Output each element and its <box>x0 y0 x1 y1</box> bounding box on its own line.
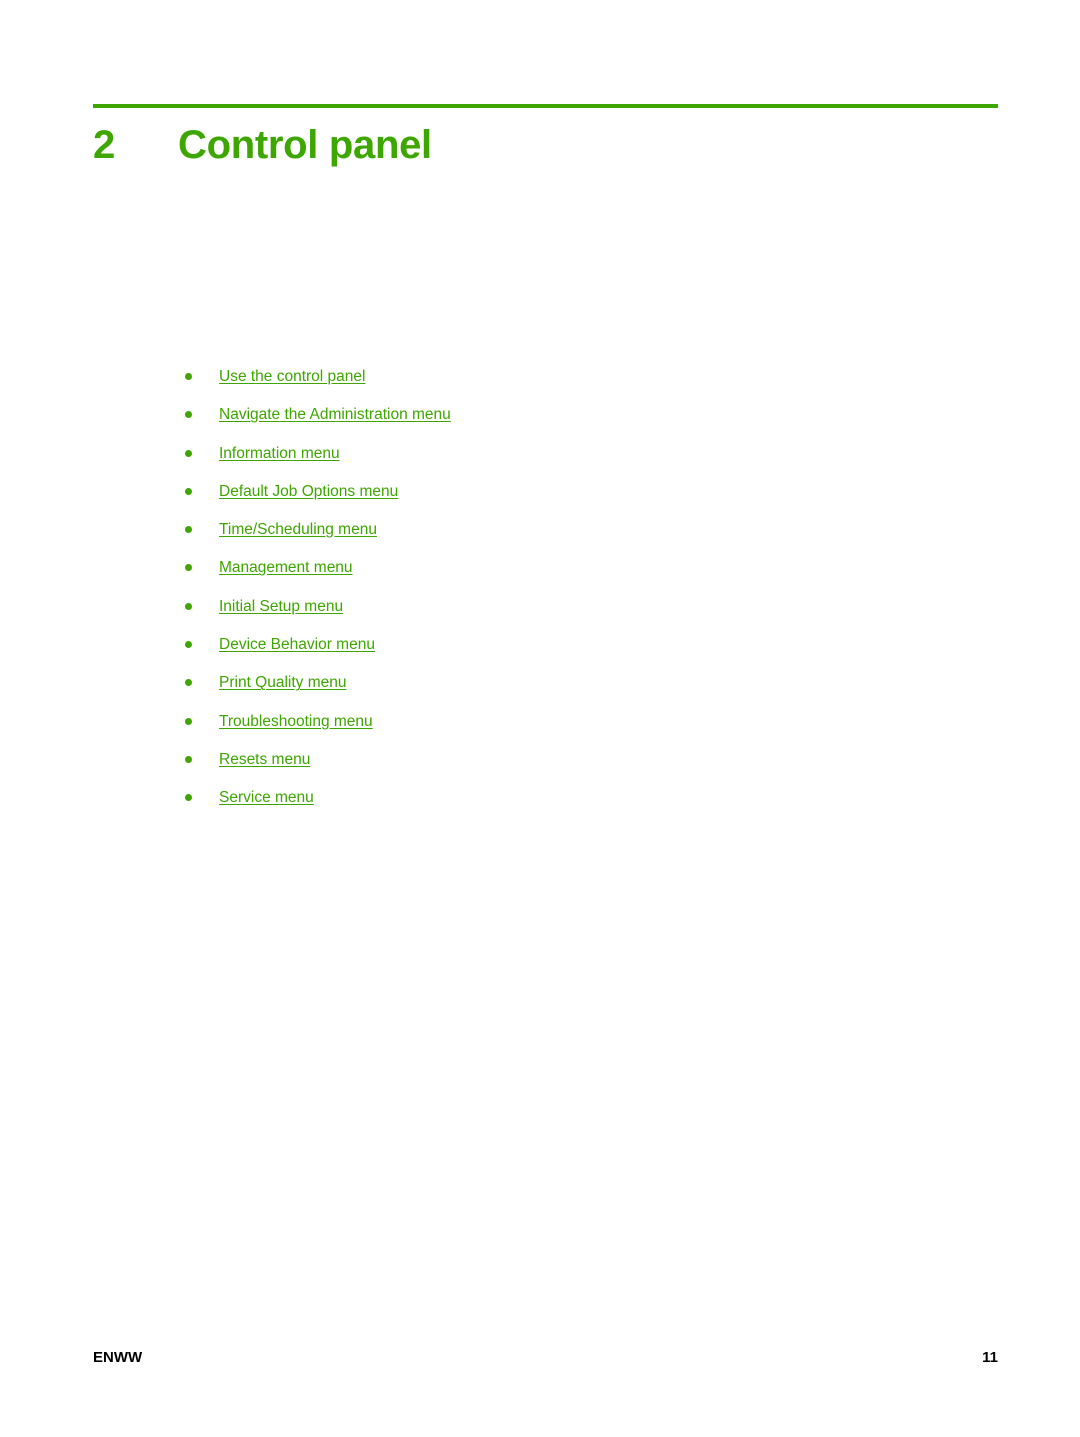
toc-link-service-menu[interactable]: Service menu <box>219 789 314 806</box>
bullet-dot-icon <box>185 679 192 687</box>
list-item: Navigate the Administration menu <box>185 404 945 442</box>
list-item: Troubleshooting menu <box>185 711 945 749</box>
bullet-dot-icon <box>185 641 192 649</box>
chapter-number: 2 <box>93 123 115 167</box>
toc-link-device-behavior-menu[interactable]: Device Behavior menu <box>219 636 375 653</box>
toc-link-use-the-control-panel[interactable]: Use the control panel <box>219 368 365 385</box>
toc-link-resets-menu[interactable]: Resets menu <box>219 751 310 768</box>
bullet-dot-icon <box>185 526 192 534</box>
toc-link-print-quality-menu[interactable]: Print Quality menu <box>219 674 347 691</box>
chapter-title-text: Control panel <box>178 123 432 167</box>
document-page: 2 Control panel Use the control panel Na… <box>0 0 1080 1437</box>
bullet-dot-icon <box>185 602 192 610</box>
bullet-dot-icon <box>185 755 192 763</box>
toc-link-management-menu[interactable]: Management menu <box>219 559 353 576</box>
bullet-dot-icon <box>185 794 192 802</box>
bullet-dot-icon <box>185 487 192 495</box>
page-footer: ENWW 11 <box>93 1348 998 1368</box>
list-item: Management menu <box>185 557 945 595</box>
chapter-header: 2 Control panel <box>93 104 998 172</box>
list-item: Information menu <box>185 443 945 481</box>
chapter-contents-list: Use the control panel Navigate the Admin… <box>185 366 945 826</box>
list-item: Time/Scheduling menu <box>185 519 945 557</box>
list-item: Use the control panel <box>185 366 945 404</box>
page-number: 11 <box>982 1349 998 1366</box>
bullet-dot-icon <box>185 449 192 457</box>
list-item: Default Job Options menu <box>185 481 945 519</box>
list-item: Initial Setup menu <box>185 596 945 634</box>
bullet-dot-icon <box>185 373 192 380</box>
toc-link-troubleshooting-menu[interactable]: Troubleshooting menu <box>219 713 373 730</box>
toc-link-initial-setup-menu[interactable]: Initial Setup menu <box>219 598 343 615</box>
footer-locale-label: ENWW <box>93 1349 143 1366</box>
list-item: Resets menu <box>185 749 945 787</box>
list-item: Print Quality menu <box>185 672 945 710</box>
toc-link-navigate-the-administration-menu[interactable]: Navigate the Administration menu <box>219 406 451 423</box>
list-item: Device Behavior menu <box>185 634 945 672</box>
bullet-dot-icon <box>185 564 192 572</box>
bullet-dot-icon <box>185 411 192 419</box>
bullet-dot-icon <box>185 717 192 725</box>
toc-link-information-menu[interactable]: Information menu <box>219 445 340 462</box>
toc-link-default-job-options-menu[interactable]: Default Job Options menu <box>219 483 398 500</box>
chapter-rule-divider <box>93 104 998 108</box>
list-item: Service menu <box>185 787 945 825</box>
page-title: 2 Control panel <box>93 118 998 172</box>
toc-link-time-scheduling-menu[interactable]: Time/Scheduling menu <box>219 521 377 538</box>
